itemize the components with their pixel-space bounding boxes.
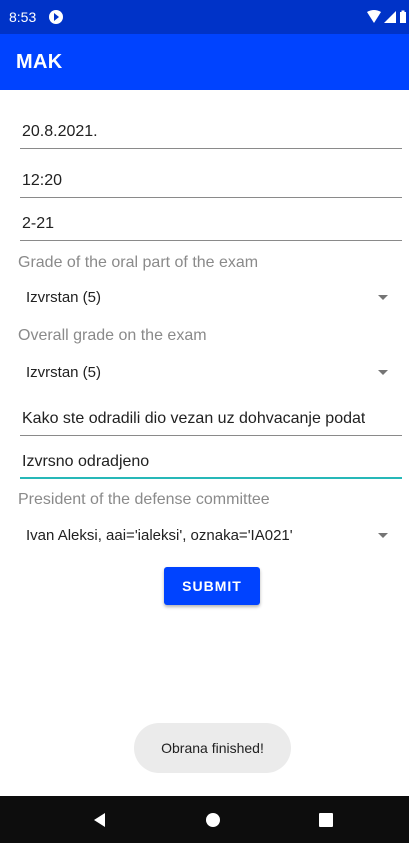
status-icons (367, 10, 409, 24)
room-underline (20, 240, 402, 241)
toast-message: Obrana finished! (134, 723, 291, 773)
room-field[interactable]: 2-21 (20, 201, 402, 241)
oral-grade-label: Grade of the oral part of the exam (18, 254, 259, 271)
answer-underline (20, 477, 402, 479)
oral-grade-value: Izvrstan (5) (26, 289, 102, 306)
battery-icon (400, 10, 406, 23)
overall-grade-label: Overall grade on the exam (18, 327, 207, 344)
date-field[interactable]: 20.8.2021. (20, 109, 402, 149)
back-icon[interactable] (88, 808, 112, 832)
submit-button[interactable]: SUBMIT (164, 567, 260, 605)
president-value: Ivan Aleksi, aai='ialeksi', oznaka='IA02… (26, 527, 293, 544)
overall-grade-value: Izvrstan (5) (26, 364, 102, 381)
answer-value: Izvrsno odradjeno (22, 453, 150, 470)
time-field[interactable]: 12:20 (20, 158, 402, 198)
dropdown-arrow-icon (378, 533, 388, 538)
wifi-icon (367, 10, 381, 23)
overall-grade-dropdown[interactable]: Izvrstan (5) (20, 353, 394, 393)
oral-grade-dropdown[interactable]: Izvrstan (5) (20, 278, 394, 318)
president-dropdown[interactable]: Ivan Aleksi, aai='ialeksi', oznaka='IA02… (20, 516, 394, 556)
navigation-bar (0, 796, 409, 843)
date-value: 20.8.2021. (22, 123, 98, 140)
time-underline (20, 197, 402, 198)
app-bar: MAK (0, 34, 409, 90)
time-value: 12:20 (22, 172, 63, 189)
recents-icon[interactable] (314, 808, 338, 832)
app-title: MAK (16, 51, 63, 73)
question-underline (20, 435, 402, 436)
app-notification-icon (48, 9, 64, 25)
room-value: 2-21 (22, 215, 55, 232)
date-underline (20, 148, 402, 149)
signal-icon (384, 11, 396, 23)
status-time: 8:53 (9, 9, 37, 25)
dropdown-arrow-icon (378, 295, 388, 300)
status-bar: 8:53 (0, 0, 409, 34)
question-field[interactable]: Kako ste odradili dio vezan uz dohvacanj… (20, 396, 402, 436)
home-icon[interactable] (201, 808, 225, 832)
president-label: President of the defense committee (18, 491, 270, 508)
answer-field[interactable]: Izvrsno odradjeno (20, 439, 402, 479)
question-value: Kako ste odradili dio vezan uz dohvacanj… (22, 410, 366, 427)
dropdown-arrow-icon (378, 370, 388, 375)
